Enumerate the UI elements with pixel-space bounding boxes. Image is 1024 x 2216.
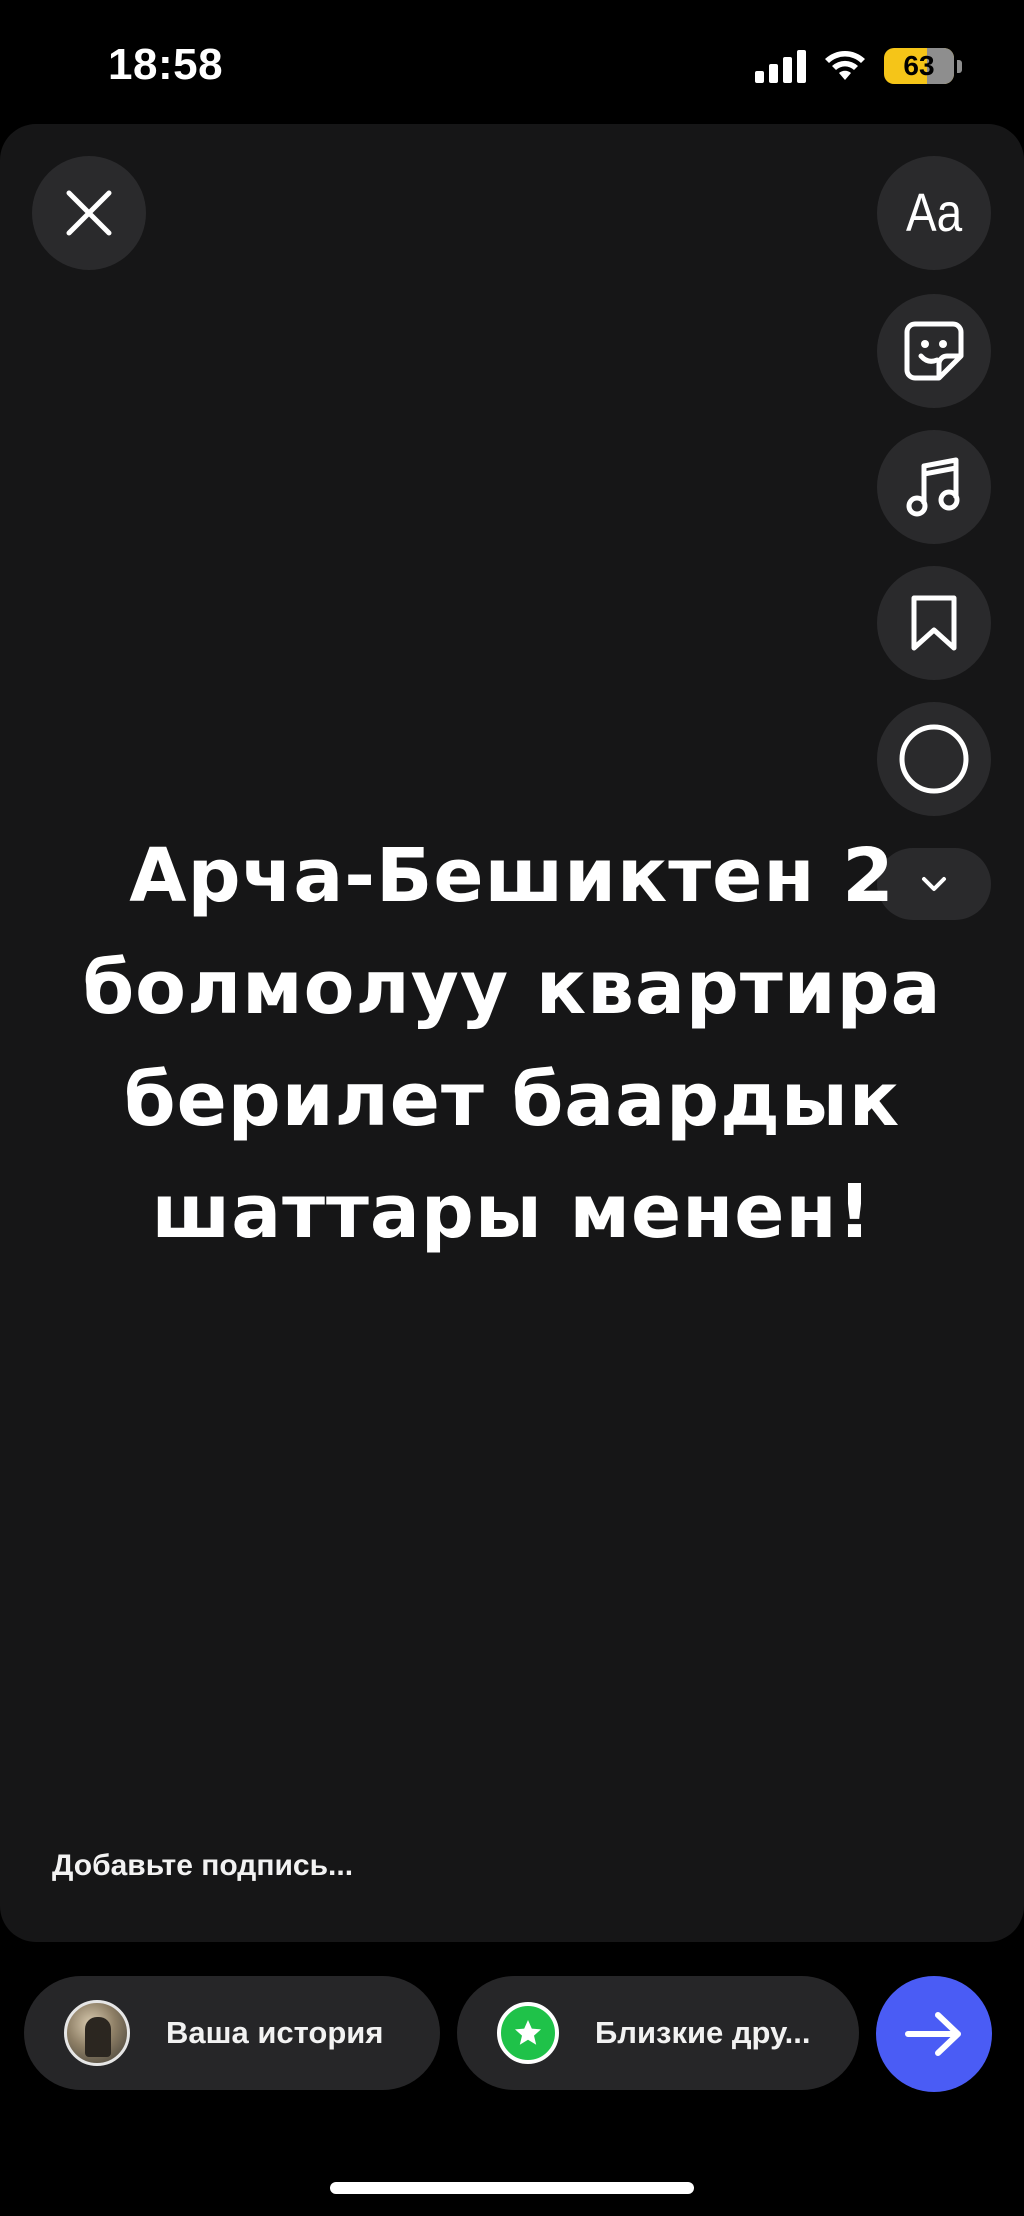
story-text-line: шаттары менен! [151,1169,873,1255]
status-time: 18:58 [108,40,224,89]
story-text-line: берилет баардык [123,1057,901,1143]
close-friends-label: Близкие дру... [595,2015,811,2050]
music-note-icon [906,457,960,517]
caption-input[interactable]: Добавьте подпись... [52,1849,353,1883]
avatar [64,2000,130,2066]
story-text-line: Арча-Бешиктен 2 [129,833,895,919]
sticker-icon [904,321,964,381]
your-story-label: Ваша история [166,2015,384,2050]
arrow-right-icon [905,2012,961,2056]
circle-icon [899,724,969,794]
music-tool-button[interactable] [877,430,991,544]
story-text-line: болмолуу квартира [82,945,942,1031]
effects-tool-button[interactable] [877,702,991,816]
bookmark-icon [911,595,957,651]
text-tool-button[interactable]: Aa [877,156,991,270]
text-icon: Aa [905,183,963,243]
close-icon [66,190,112,236]
battery-level: 63 [903,50,935,81]
home-indicator[interactable] [330,2182,694,2194]
story-text[interactable]: Арча-Бешиктен 2 болмолуу квартира бериле… [80,820,944,1268]
close-friends-button[interactable]: Близкие дру... [457,1976,859,2090]
save-tool-button[interactable] [877,566,991,680]
wifi-icon [825,51,865,80]
status-bar: 18:58 63 [0,0,1024,125]
close-button[interactable] [32,156,146,270]
cellular-signal-icon [755,49,806,83]
story-canvas[interactable]: Aa Арча-Бешиктен 2 болмолуу квартира бер… [0,124,1024,1942]
send-button[interactable] [876,1976,992,2092]
your-story-button[interactable]: Ваша история [24,1976,440,2090]
battery-icon: 63 [884,48,962,84]
sticker-tool-button[interactable] [877,294,991,408]
star-icon [497,2002,559,2064]
story-editor-screen: 18:58 63 Aa Арча-Бешиктен 2 болмолуу ква… [0,0,1024,2216]
status-icons: 63 [755,46,962,86]
